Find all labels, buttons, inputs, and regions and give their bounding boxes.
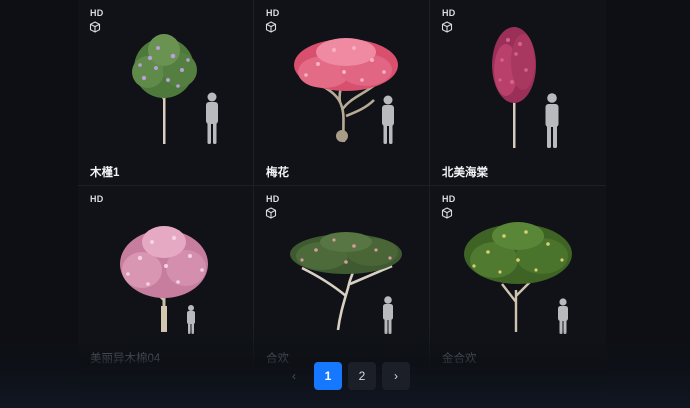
- asset-card[interactable]: HD 美丽异木棉04: [78, 186, 254, 370]
- hd-badge: HD: [266, 194, 280, 204]
- page-button-2[interactable]: 2: [348, 362, 376, 390]
- page-button-1[interactable]: 1: [314, 362, 342, 390]
- asset-card[interactable]: HD 北美海棠: [430, 0, 606, 186]
- tree-thumbnail: [120, 226, 208, 334]
- hd-badge: HD: [266, 8, 280, 18]
- tree-thumbnail: [132, 34, 218, 144]
- chevron-left-icon[interactable]: ‹: [280, 362, 308, 390]
- asset-card[interactable]: HD 梅花: [254, 0, 430, 186]
- tree-thumbnail: [294, 38, 398, 144]
- hd-badge: HD: [442, 194, 456, 204]
- card-title: 梅花: [266, 167, 289, 179]
- right-gutter: [606, 0, 690, 408]
- asset-card[interactable]: HD 木槿1: [78, 0, 254, 186]
- tree-thumbnail: [492, 27, 559, 148]
- hd-badge: HD: [90, 194, 104, 204]
- hd-badge: HD: [442, 8, 456, 18]
- chevron-right-icon[interactable]: ›: [382, 362, 410, 390]
- asset-grid: HD 木槿1 HD 梅花 HD 北美海棠 HD 美丽异木棉04 HD 合欢 HD…: [78, 0, 606, 370]
- card-title: 木槿1: [90, 167, 120, 179]
- asset-card[interactable]: HD 金合欢: [430, 186, 606, 370]
- tree-thumbnail: [464, 222, 572, 334]
- card-title: 北美海棠: [442, 167, 488, 179]
- asset-card[interactable]: HD 合欢: [254, 186, 430, 370]
- hd-badge: HD: [90, 8, 104, 18]
- left-gutter: [0, 0, 78, 408]
- tree-thumbnail: [290, 232, 402, 334]
- pagination: ‹ 1 2 ›: [0, 362, 690, 392]
